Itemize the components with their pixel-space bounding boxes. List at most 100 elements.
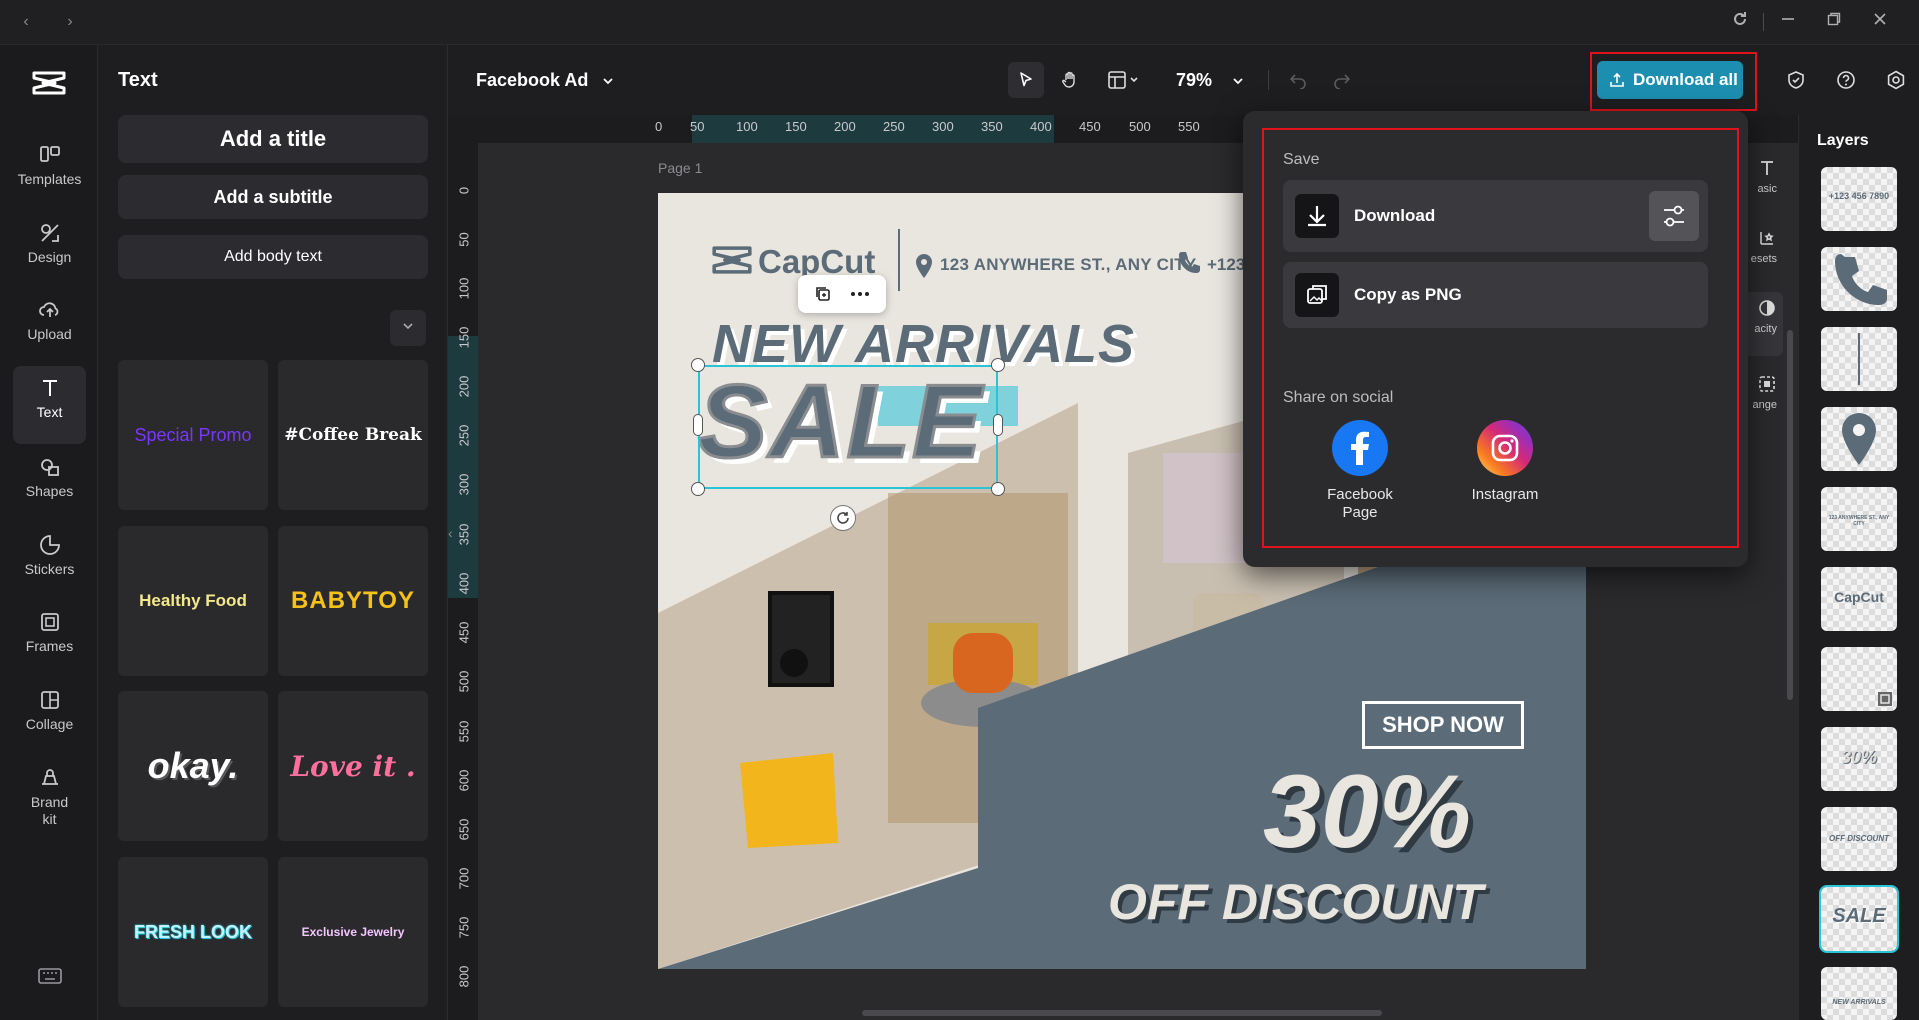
layer-address-text[interactable]: 123 ANYWHERE ST., ANY CITY [1821, 487, 1897, 551]
settings-button[interactable] [1880, 62, 1912, 98]
page-label: Page 1 [658, 160, 702, 176]
ruler-tick: 100 [457, 276, 472, 302]
text-preset-special-promo[interactable]: Special Promo [118, 360, 268, 510]
text-preset-healthy-food[interactable]: Healthy Food [118, 526, 268, 676]
hand-tool-button[interactable] [1052, 62, 1088, 98]
help-button[interactable] [1830, 62, 1862, 98]
capcut-brand-icon [706, 241, 758, 279]
chevron-down-icon [401, 319, 415, 333]
rail-item-design[interactable]: Design [13, 211, 86, 281]
rail-item-brand-kit[interactable]: Brand kit [13, 756, 86, 848]
design-percent-text[interactable]: 30% [1263, 753, 1471, 872]
close-icon[interactable] [1868, 10, 1892, 34]
rail-item-templates[interactable]: Templates [13, 133, 86, 203]
text-preset-exclusive-jewelry[interactable]: Exclusive Jewelry [278, 857, 428, 1007]
layer-off-discount[interactable]: OFF DISCOUNT [1821, 807, 1897, 871]
ruler-tick: 550 [457, 719, 472, 745]
text-preset-coffee-break[interactable]: #Coffee Break [278, 360, 428, 510]
gear-icon [1886, 70, 1906, 90]
pointer-icon [1016, 70, 1036, 90]
layer-phone-text[interactable]: +123 456 7890 [1821, 167, 1897, 231]
layer-label: +123 456 7890 [1821, 191, 1897, 201]
canvas-vertical-scrollbar[interactable] [1787, 330, 1793, 700]
selection-box[interactable] [698, 365, 998, 489]
security-button[interactable] [1780, 62, 1812, 98]
rail-item-label: Upload [13, 326, 86, 343]
ruler-tick: 0 [457, 178, 472, 204]
layer-30-percent[interactable]: 30% [1821, 727, 1897, 791]
capcut-logo-icon[interactable] [31, 67, 67, 99]
resize-handle[interactable] [993, 414, 1003, 436]
canvas-horizontal-scrollbar[interactable] [862, 1010, 1382, 1016]
collapse-panel-arrow[interactable]: ‹ [448, 525, 458, 555]
collapse-presets-button[interactable] [390, 310, 426, 346]
minimize-icon[interactable] [1776, 10, 1800, 34]
location-pin-icon[interactable] [914, 253, 934, 279]
add-title-button[interactable]: Add a title [118, 115, 428, 163]
arrange-icon [1757, 374, 1777, 394]
undo-icon [1289, 71, 1307, 89]
add-subtitle-button[interactable]: Add a subtitle [118, 175, 428, 219]
title-separator [1763, 13, 1764, 31]
document-title[interactable]: Facebook Ad [476, 70, 615, 91]
ruler-tick: 150 [785, 119, 807, 134]
refresh-icon[interactable] [1728, 10, 1752, 34]
design-shop-now-button[interactable]: SHOP NOW [1362, 701, 1524, 749]
layer-capcut-logo[interactable]: CapCut [1821, 567, 1897, 631]
layers-title: Layers [1817, 132, 1869, 150]
rail-item-text[interactable]: Text [13, 366, 86, 444]
design-discount-text[interactable]: OFF DISCOUNT [1108, 873, 1483, 931]
layer-line[interactable] [1821, 327, 1897, 391]
text-preset-love-it[interactable]: Love it . [278, 691, 428, 841]
back-arrow-icon[interactable]: ‹ [14, 10, 38, 34]
zoom-level[interactable]: 79% [1176, 70, 1245, 91]
ruler-tick: 450 [457, 620, 472, 646]
text-preset-babytoy[interactable]: BABYTOY [278, 526, 428, 676]
layer-phone-icon[interactable] [1821, 247, 1897, 311]
more-options-icon[interactable] [850, 291, 870, 297]
ruler-tick: 400 [1030, 119, 1052, 134]
rail-item-collage[interactable]: Collage [13, 678, 86, 748]
design-address-text[interactable]: 123 ANYWHERE ST., ANY CITY [940, 255, 1197, 275]
design-divider-line[interactable] [898, 229, 900, 291]
text-preset-fresh-look[interactable]: FRESH LOOK [118, 857, 268, 1007]
text-preset-okay[interactable]: okay. [118, 691, 268, 841]
keyboard-icon[interactable] [38, 967, 62, 985]
rotate-handle[interactable] [830, 505, 856, 531]
duplicate-icon[interactable] [814, 285, 832, 303]
frames-icon [38, 610, 62, 634]
rail-item-shapes[interactable]: Shapes [13, 445, 86, 515]
layer-new-arrivals[interactable]: NEW ARRIVALS [1821, 967, 1897, 1020]
brand-kit-icon [38, 766, 62, 790]
add-body-text-button[interactable]: Add body text [118, 235, 428, 279]
forward-arrow-icon[interactable]: › [58, 10, 82, 34]
select-tool-button[interactable] [1008, 62, 1044, 98]
resize-handle[interactable] [991, 358, 1005, 372]
shield-check-icon [1786, 70, 1806, 90]
ruler-tick: 450 [1079, 119, 1101, 134]
ruler-tick: 50 [457, 227, 472, 253]
resize-handle[interactable] [693, 414, 703, 436]
ruler-corner [448, 115, 478, 143]
layer-image[interactable] [1821, 647, 1897, 711]
redo-button[interactable] [1326, 62, 1358, 98]
rail-item-frames[interactable]: Frames [13, 600, 86, 670]
layer-sale[interactable]: SALE [1821, 887, 1897, 951]
undo-button[interactable] [1282, 62, 1314, 98]
text-basic-icon [1757, 158, 1777, 178]
ruler-tick: 650 [457, 817, 472, 843]
layout-tool-button[interactable] [1100, 62, 1148, 98]
resize-handle[interactable] [691, 358, 705, 372]
layer-location-pin[interactable] [1821, 407, 1897, 471]
resize-handle[interactable] [691, 482, 705, 496]
restore-icon[interactable] [1822, 10, 1846, 34]
ruler-tick: 700 [457, 866, 472, 892]
ruler-tick: 500 [457, 669, 472, 695]
rail-item-upload[interactable]: Upload [13, 288, 86, 358]
vertical-ruler: 0 50 100 150 200 250 300 350 400 450 500… [448, 143, 478, 1020]
layer-label: OFF DISCOUNT [1821, 834, 1897, 843]
resize-handle[interactable] [991, 482, 1005, 496]
phone-icon[interactable] [1176, 248, 1204, 276]
rail-item-stickers[interactable]: Stickers [13, 523, 86, 593]
design-phone-text[interactable]: +123 [1207, 255, 1245, 275]
